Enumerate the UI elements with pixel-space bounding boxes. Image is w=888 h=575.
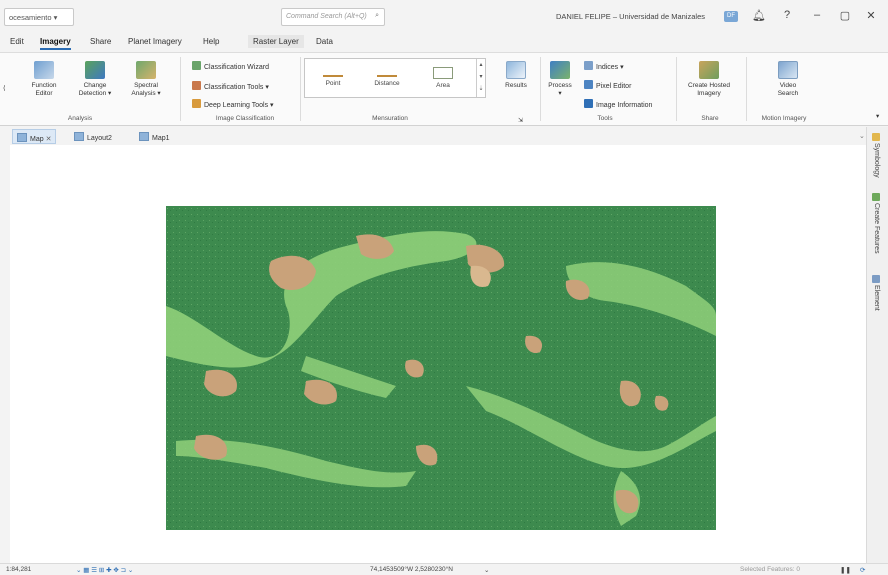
- tab-map[interactable]: Map ✕: [12, 129, 57, 144]
- group-label-image-classification: Image Classification: [215, 115, 275, 122]
- menu-help[interactable]: Help: [203, 37, 219, 46]
- project-dropdown[interactable]: ocesamiento ▾: [4, 8, 74, 26]
- tab-map1[interactable]: Map1: [135, 129, 174, 144]
- symbology-icon: [872, 133, 880, 141]
- group-label-tools: Tools: [597, 115, 613, 122]
- ribbon-scroll-left-icon[interactable]: ⟨: [3, 85, 6, 93]
- mensuration-point-button[interactable]: Point: [311, 67, 355, 87]
- coordinates-readout: 74,1453509°W 2,5280230°N: [370, 566, 453, 573]
- close-tab-icon[interactable]: ✕: [46, 136, 52, 143]
- point-icon: [323, 67, 343, 77]
- help-icon[interactable]: ?: [780, 9, 794, 21]
- side-panel-tabs: Symbology Create Features Element: [866, 127, 888, 563]
- ribbon-divider: [746, 57, 747, 121]
- restore-button[interactable]: ▢: [838, 9, 852, 22]
- user-account[interactable]: DANIEL FELIPE – Universidad de Manizales: [556, 12, 705, 21]
- indices-button[interactable]: Indices ▾: [584, 61, 624, 72]
- group-label-mensuration: Mensuration: [372, 115, 408, 122]
- mensuration-launcher-icon[interactable]: ⇲: [518, 117, 523, 125]
- tab-layout2[interactable]: Layout2: [70, 129, 116, 144]
- classification-tools-button[interactable]: Classification Tools ▾: [192, 81, 269, 92]
- classified-raster-image: [166, 206, 716, 530]
- notifications-bell-icon[interactable]: 🔔︎: [752, 9, 766, 22]
- video-search-button[interactable]: Video Search: [770, 61, 806, 98]
- group-label-share: Share: [701, 115, 719, 122]
- deep-learning-tools-button[interactable]: Deep Learning Tools ▾: [192, 99, 274, 110]
- map-navigation-icons[interactable]: ⌄ ▦ ☰ ⊞ ✚ ✥ ⊐ ⌄: [76, 566, 133, 574]
- process-icon: [550, 61, 570, 79]
- group-label-motion-imagery: Motion Imagery: [761, 115, 807, 122]
- group-label-analysis: Analysis: [67, 115, 93, 122]
- function-editor-button[interactable]: Function Editor: [24, 61, 64, 98]
- refresh-icon[interactable]: ⟳: [860, 566, 865, 574]
- menu-planet-imagery[interactable]: Planet Imagery: [128, 37, 182, 46]
- tab-create-features[interactable]: Create Features: [872, 193, 880, 254]
- coordinates-dropdown-icon[interactable]: ⌄: [484, 566, 489, 574]
- ribbon-divider: [540, 57, 541, 121]
- search-icon: ⌕: [375, 12, 379, 19]
- create-hosted-imagery-icon: [699, 61, 719, 79]
- create-hosted-imagery-button[interactable]: Create Hosted Imagery: [682, 61, 736, 98]
- spectral-analysis-button[interactable]: Spectral Analysis ▾: [124, 61, 168, 98]
- gallery-scroll-icon[interactable]: ▴ ▾ ⇣: [476, 59, 485, 97]
- function-editor-icon: [34, 61, 54, 79]
- tab-symbology[interactable]: Symbology: [872, 133, 880, 178]
- pixel-editor-button[interactable]: Pixel Editor: [584, 80, 631, 91]
- change-detection-icon: [85, 61, 105, 79]
- indices-icon: [584, 61, 593, 70]
- area-icon: [433, 67, 453, 79]
- video-search-icon: [778, 61, 798, 79]
- ribbon-collapse-icon[interactable]: ▾: [876, 113, 879, 121]
- classification-wizard-icon: [192, 61, 201, 70]
- ribbon-divider: [180, 57, 181, 121]
- pixel-editor-icon: [584, 80, 593, 89]
- map-icon: [139, 132, 149, 141]
- close-button[interactable]: ✕: [864, 9, 878, 22]
- avatar[interactable]: DF: [724, 11, 738, 22]
- user-org: Universidad de Manizales: [619, 12, 705, 21]
- image-information-button[interactable]: Image Information: [584, 99, 652, 110]
- status-bar: 1:84,281 ⌄ ▦ ☰ ⊞ ✚ ✥ ⊐ ⌄ 74,1453509°W 2,…: [0, 563, 888, 575]
- view-tabs: Map ✕ Layout2 Map1 ⌄: [0, 127, 866, 145]
- title-bar: ocesamiento ▾ Command Search (Alt+Q) ⌕ D…: [0, 0, 888, 34]
- classification-wizard-button[interactable]: Classification Wizard: [192, 61, 269, 72]
- layout-icon: [74, 132, 84, 141]
- menu-data[interactable]: Data: [316, 37, 333, 46]
- menu-share[interactable]: Share: [90, 37, 111, 46]
- pause-drawing-icon[interactable]: ❚❚: [840, 566, 851, 574]
- menu-imagery[interactable]: Imagery: [40, 37, 71, 50]
- create-features-icon: [872, 193, 880, 201]
- scale-input[interactable]: 1:84,281: [6, 566, 31, 573]
- command-search-placeholder: Command Search (Alt+Q): [286, 13, 367, 20]
- change-detection-button[interactable]: Change Detection ▾: [72, 61, 118, 98]
- spectral-analysis-icon: [136, 61, 156, 79]
- deep-learning-icon: [192, 99, 201, 108]
- results-button[interactable]: Results: [500, 61, 532, 90]
- map-icon: [17, 133, 27, 142]
- results-icon: [506, 61, 526, 79]
- menu-raster-layer[interactable]: Raster Layer: [248, 35, 304, 48]
- ribbon-divider: [676, 57, 677, 121]
- mensuration-area-button[interactable]: Area: [421, 67, 465, 89]
- user-name: DANIEL FELIPE: [556, 12, 611, 21]
- menu-bar: Edit Imagery Share Planet Imagery Help R…: [0, 34, 888, 52]
- minimize-button[interactable]: –: [810, 9, 824, 21]
- selected-features-count[interactable]: Selected Features: 0: [740, 566, 800, 573]
- image-information-icon: [584, 99, 593, 108]
- ribbon-divider: [300, 57, 301, 121]
- menu-edit[interactable]: Edit: [10, 37, 24, 46]
- tab-element[interactable]: Element: [872, 275, 880, 311]
- mensuration-gallery: Point Distance Area ▴ ▾ ⇣: [304, 58, 486, 98]
- classification-tools-icon: [192, 81, 201, 90]
- process-button[interactable]: Process ▾: [546, 61, 574, 98]
- distance-icon: [377, 67, 397, 77]
- element-icon: [872, 275, 880, 283]
- mensuration-distance-button[interactable]: Distance: [365, 67, 409, 87]
- command-search-input[interactable]: Command Search (Alt+Q) ⌕: [281, 8, 385, 26]
